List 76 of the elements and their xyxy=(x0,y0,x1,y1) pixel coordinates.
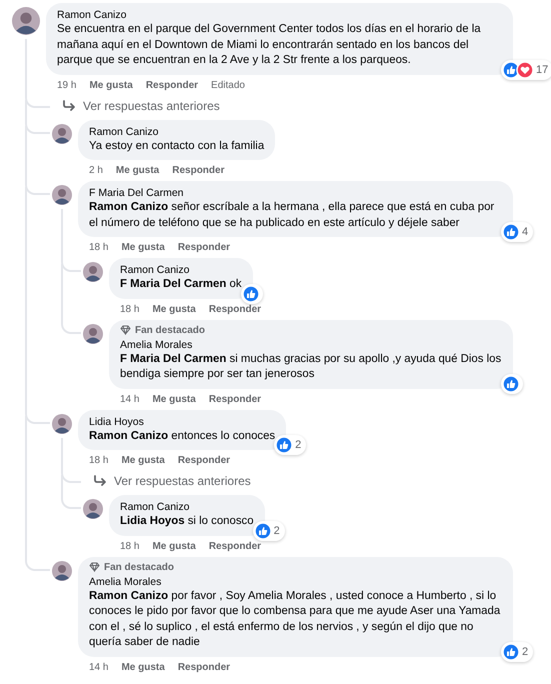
avatar[interactable] xyxy=(83,324,103,344)
comment-text: F Maria Del Carmen ok xyxy=(120,277,242,292)
comment-text: Ramon Canizo por favor , Soy Amelia Morales , usted conoce a Humberto , si lo conoces le pido por favor que lo combensa para que me ayude Aser una Yamada con el , sé lo suplico , el está enfermo de los nervios , y según el dijo que no quería saber de nadie xyxy=(89,588,502,650)
action-link[interactable]: Me gusta xyxy=(89,78,133,92)
action-link[interactable]: Responder xyxy=(178,454,230,467)
avatar[interactable] xyxy=(52,185,72,205)
fan-label: Fan destacado xyxy=(135,324,206,336)
reply-arrow-icon xyxy=(93,475,107,487)
like-icon xyxy=(242,284,260,302)
reaction-badge[interactable]: 2 xyxy=(274,435,306,455)
reaction-badge[interactable] xyxy=(501,374,523,394)
avatar[interactable] xyxy=(52,560,72,580)
author-name[interactable]: Ramon Canizo xyxy=(120,263,242,277)
action-link[interactable]: Responder xyxy=(172,164,224,177)
reaction-badge[interactable]: 4 xyxy=(501,222,534,242)
comment-time[interactable]: 14 h xyxy=(120,392,140,406)
reaction-count: 2 xyxy=(274,524,281,536)
comment-text: Se encuentra en el parque del Government Center todos los días en el horario de la mañana aquí en el Downtown de Miami lo encontrarán sentado en los bancos del parque que se encuentran en la 2 Ave y la 2 Str frente a los parqueos. xyxy=(57,22,482,68)
action-link[interactable]: Responder xyxy=(208,302,262,316)
action-link[interactable]: Responder xyxy=(208,392,262,406)
action-link[interactable]: Responder xyxy=(146,78,198,92)
like-icon xyxy=(275,436,294,454)
like-icon xyxy=(502,60,520,78)
avatar[interactable] xyxy=(12,7,40,35)
reaction-count: 4 xyxy=(522,226,530,238)
avatar[interactable] xyxy=(52,414,72,434)
action-link[interactable]: Responder xyxy=(208,540,262,552)
comment-text: Ya estoy en contacto con la familia xyxy=(89,138,264,154)
action-link[interactable]: Me gusta xyxy=(116,164,160,177)
diamond-icon xyxy=(120,325,131,335)
like-icon xyxy=(502,223,520,241)
more-replies-link[interactable]: Ver respuestas anteriores xyxy=(83,471,251,491)
action-link[interactable]: Responder xyxy=(178,660,230,674)
comment-text: Ramon Canizo señor escríbale a la hermana , ella parece que está en cuba por el número de teléfono que se ha publicado en este artículo y déjele saber xyxy=(89,200,496,230)
avatar[interactable] xyxy=(83,499,103,519)
comment-time[interactable]: 18 h xyxy=(89,241,108,254)
reaction-count: 2 xyxy=(522,646,530,658)
reaction-count: 2 xyxy=(295,439,302,451)
reaction-count: 17 xyxy=(536,64,550,76)
diamond-icon xyxy=(89,562,100,572)
author-name[interactable]: Amelia Morales xyxy=(89,574,502,588)
reaction-badge[interactable]: 17 xyxy=(501,60,551,80)
reply-arrow-icon xyxy=(62,100,76,112)
fan-label: Fan destacado xyxy=(104,562,174,572)
comment-time[interactable]: 19 h xyxy=(57,78,76,92)
reaction-badge[interactable]: 2 xyxy=(501,642,534,662)
like-icon xyxy=(502,374,520,392)
comment-text: Lidia Hoyos si lo conosco xyxy=(120,514,254,529)
author-name[interactable]: Amelia Morales xyxy=(120,338,502,352)
action-link[interactable]: Me gusta xyxy=(121,241,165,254)
action-link[interactable]: Me gusta xyxy=(121,454,165,467)
edited-label: Editado xyxy=(211,78,245,92)
comment-text: Ramon Canizo entonces lo conoces xyxy=(89,428,276,444)
action-link[interactable]: Me gusta xyxy=(152,540,196,552)
author-name[interactable]: F Maria Del Carmen xyxy=(89,186,502,200)
avatar[interactable] xyxy=(52,124,72,144)
action-link[interactable]: Me gusta xyxy=(152,302,196,316)
reaction-badge[interactable]: 2 xyxy=(252,520,285,540)
more-replies-link[interactable]: Ver respuestas anteriores xyxy=(52,96,220,116)
author-name[interactable]: Ramon Canizo xyxy=(120,500,254,514)
comment-time[interactable]: 18 h xyxy=(89,454,108,467)
comment-time[interactable]: 14 h xyxy=(89,660,108,674)
like-icon xyxy=(502,642,520,660)
comment-time[interactable]: 18 h xyxy=(120,540,140,552)
reaction-badge[interactable] xyxy=(240,284,263,304)
like-icon xyxy=(254,522,272,540)
author-name[interactable]: Ramon Canizo xyxy=(89,124,264,138)
action-link[interactable]: Me gusta xyxy=(152,392,196,406)
comment-time[interactable]: 18 h xyxy=(120,302,140,316)
avatar[interactable] xyxy=(83,262,103,282)
action-link[interactable]: Me gusta xyxy=(121,660,165,674)
action-link[interactable]: Responder xyxy=(178,241,230,254)
comment-time[interactable]: 2 h xyxy=(89,164,103,177)
author-name[interactable]: Lidia Hoyos xyxy=(89,414,276,428)
author-name[interactable]: Ramon Canizo xyxy=(57,8,502,22)
comment-text: F Maria Del Carmen si muchas gracias por su apollo ,y ayuda qué Dios los bendiga siempre por ser tan jenerosos xyxy=(120,352,502,382)
